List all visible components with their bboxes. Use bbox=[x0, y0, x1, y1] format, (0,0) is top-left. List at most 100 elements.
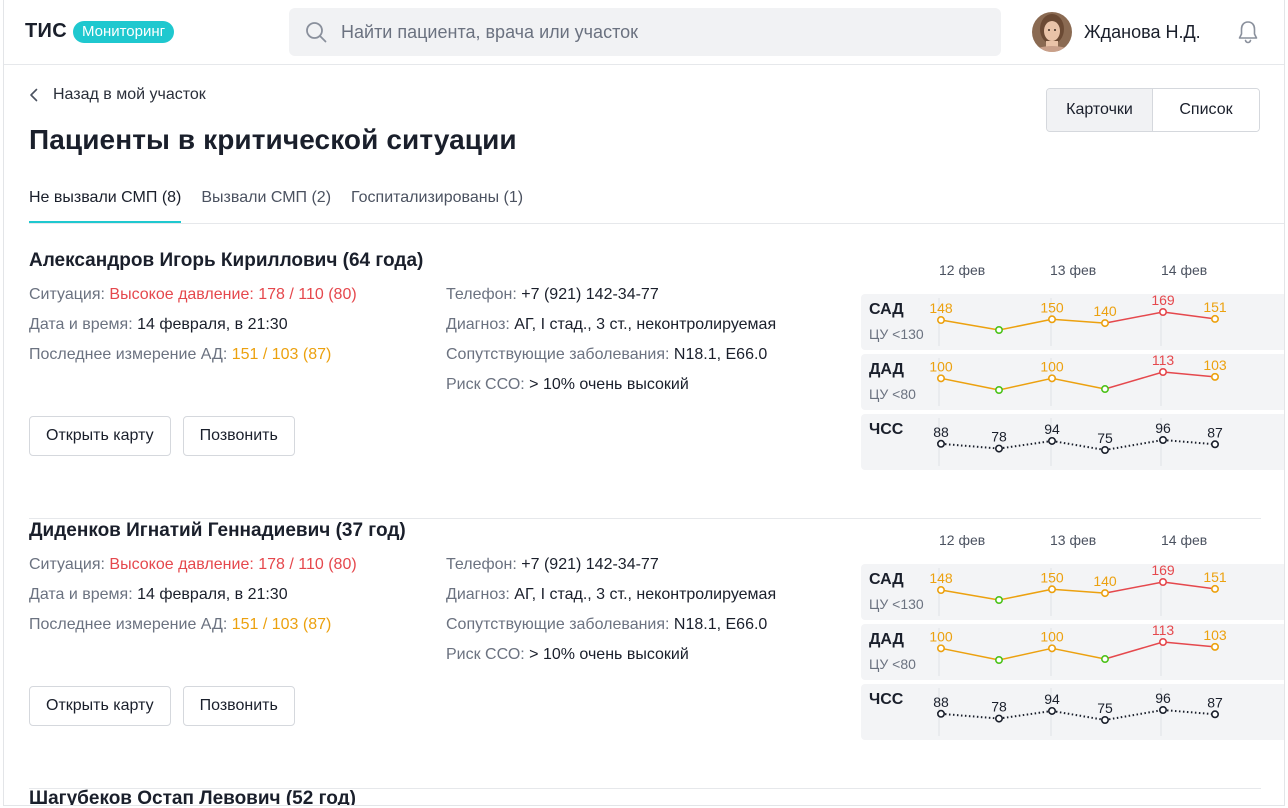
trend-segment bbox=[940, 319, 1000, 331]
divider bbox=[29, 518, 1261, 519]
trend-segment bbox=[1104, 641, 1164, 660]
data-point bbox=[995, 714, 1004, 723]
situation-label: Ситуация: bbox=[29, 556, 105, 573]
diagnosis-label: Диагноз: bbox=[446, 316, 510, 333]
patient-name: Александров Игорь Кириллович (64 года) bbox=[29, 250, 424, 271]
data-point bbox=[1048, 644, 1057, 653]
data-label: 96 bbox=[1155, 420, 1171, 436]
datetime-value: 14 февраля, в 21:30 bbox=[137, 586, 288, 603]
data-label: 88 bbox=[933, 424, 949, 440]
data-label: 94 bbox=[1044, 691, 1060, 707]
vital-row-sad: САД ЦУ <130 148 150 140 169 151 bbox=[861, 562, 1284, 620]
trend-segment bbox=[998, 588, 1053, 601]
phone-label: Телефон: bbox=[446, 556, 517, 573]
diagnosis-value: АГ, I стад., 3 ст., неконтролируемая bbox=[514, 316, 777, 333]
vital-row-dad: ДАД ЦУ <80 100 100 113 103 bbox=[861, 622, 1284, 680]
data-point bbox=[1158, 368, 1167, 377]
view-list-button[interactable]: Список bbox=[1153, 89, 1259, 131]
data-point bbox=[937, 709, 946, 718]
risk-label: Риск ССО: bbox=[446, 376, 525, 393]
trend-segment bbox=[1104, 439, 1164, 451]
data-point bbox=[1210, 710, 1219, 719]
comorbid-label: Сопутствующие заболевания: bbox=[446, 616, 670, 633]
data-label: 94 bbox=[1044, 421, 1060, 437]
data-label: 78 bbox=[991, 699, 1007, 715]
search-bar[interactable] bbox=[289, 8, 1001, 56]
tab-called[interactable]: Вызвали СМП (2) bbox=[201, 186, 331, 223]
vital-row-hr: ЧСС 88 78 94 75 96 87 bbox=[861, 684, 1284, 740]
hr-sparkline: 88 78 94 75 96 87 bbox=[933, 688, 1223, 736]
data-point bbox=[1048, 374, 1057, 383]
vitals-panel: 12 фев 13 фев 14 фев САД ЦУ <130 148 150 1… bbox=[859, 260, 1284, 470]
user-name: Жданова Н.Д. bbox=[1084, 21, 1201, 42]
date-label: 13 фев bbox=[1050, 532, 1097, 548]
call-button[interactable]: Позвонить bbox=[182, 686, 295, 726]
trend-segment bbox=[1104, 709, 1164, 721]
data-point bbox=[1101, 715, 1110, 724]
view-cards-button[interactable]: Карточки bbox=[1047, 89, 1153, 131]
trend-segment bbox=[998, 318, 1053, 331]
data-point bbox=[937, 644, 946, 653]
data-label: 100 bbox=[1040, 358, 1064, 374]
data-point bbox=[937, 374, 946, 383]
search-icon bbox=[306, 22, 327, 43]
data-point bbox=[1210, 314, 1219, 323]
search-input[interactable] bbox=[341, 8, 981, 56]
data-point bbox=[1158, 308, 1167, 317]
vital-row-sad: САД ЦУ <130 148 150 140 169 151 bbox=[861, 292, 1284, 350]
call-button[interactable]: Позвонить bbox=[182, 416, 295, 456]
patient-info-left: Ситуация: Высокое давление: 178 / 110 (8… bbox=[29, 550, 357, 640]
data-label: 100 bbox=[929, 628, 953, 644]
data-point bbox=[1048, 436, 1057, 445]
situation-value: Высокое давление: 178 / 110 (80) bbox=[109, 556, 357, 573]
tab-not-called[interactable]: Не вызвали СМП (8) bbox=[29, 186, 182, 223]
data-label: 151 bbox=[1203, 299, 1227, 315]
trend-segment bbox=[1051, 318, 1106, 324]
patient-info-left: Ситуация: Высокое давление: 178 / 110 (8… bbox=[29, 280, 357, 370]
data-point bbox=[1158, 705, 1167, 714]
date-label: 12 фев bbox=[939, 262, 986, 278]
vital-date-labels: 12 фев 13 фев 14 фев bbox=[859, 530, 1284, 550]
trend-segment bbox=[1051, 377, 1106, 390]
data-label: 87 bbox=[1207, 694, 1223, 710]
patient-name: Диденков Игнатий Геннадиевич (37 год) bbox=[29, 520, 406, 541]
comorbid-value: N18.1, E66.0 bbox=[673, 346, 768, 363]
bell-icon[interactable] bbox=[1237, 20, 1259, 44]
data-label: 169 bbox=[1151, 562, 1175, 578]
data-point bbox=[995, 385, 1004, 394]
back-link-label: Назад в мой участок bbox=[53, 86, 206, 103]
data-label: 78 bbox=[991, 429, 1007, 445]
open-card-button[interactable]: Открыть карту bbox=[29, 416, 171, 456]
data-point bbox=[937, 439, 946, 448]
data-point bbox=[1101, 445, 1110, 454]
data-point bbox=[1101, 385, 1110, 394]
data-point bbox=[1101, 319, 1110, 328]
vital-date-labels: 12 фев 13 фев 14 фев bbox=[859, 260, 1284, 280]
date-label: 13 фев bbox=[1050, 262, 1097, 278]
data-label: 75 bbox=[1097, 430, 1113, 446]
comorbid-value: N18.1, E66.0 bbox=[673, 616, 768, 633]
patient-info-right: Телефон: +7 (921) 142-34-77 Диагноз: АГ,… bbox=[446, 280, 776, 400]
phone-label: Телефон: bbox=[446, 286, 517, 303]
back-link[interactable]: Назад в мой участок bbox=[29, 86, 206, 104]
data-label: 140 bbox=[1093, 303, 1117, 319]
diagnosis-value: АГ, I стад., 3 ст., неконтролируемая bbox=[514, 586, 777, 603]
data-label: 169 bbox=[1151, 292, 1175, 308]
dad-sparkline: 100 100 113 103 bbox=[929, 622, 1227, 676]
patient-name: Шагубеков Остап Левович (52 год) bbox=[29, 788, 356, 806]
situation-label: Ситуация: bbox=[29, 286, 105, 303]
last-bp-label: Последнее измерение АД: bbox=[29, 346, 228, 363]
data-label: 103 bbox=[1203, 357, 1227, 373]
avatar[interactable] bbox=[1032, 12, 1072, 52]
data-point bbox=[1158, 638, 1167, 647]
user-menu[interactable]: Жданова Н.Д. bbox=[1032, 12, 1201, 52]
tab-hospitalized[interactable]: Госпитализированы (1) bbox=[351, 186, 523, 223]
logo[interactable]: ТИС Мониторинг bbox=[25, 20, 175, 43]
app-window: ТИС Мониторинг Ждано bbox=[3, 0, 1285, 806]
open-card-button[interactable]: Открыть карту bbox=[29, 686, 171, 726]
risk-value: > 10% очень высокий bbox=[529, 376, 689, 393]
data-point bbox=[1158, 578, 1167, 587]
data-label: 113 bbox=[1152, 622, 1175, 638]
data-point bbox=[1101, 655, 1110, 664]
data-label: 87 bbox=[1207, 424, 1223, 440]
